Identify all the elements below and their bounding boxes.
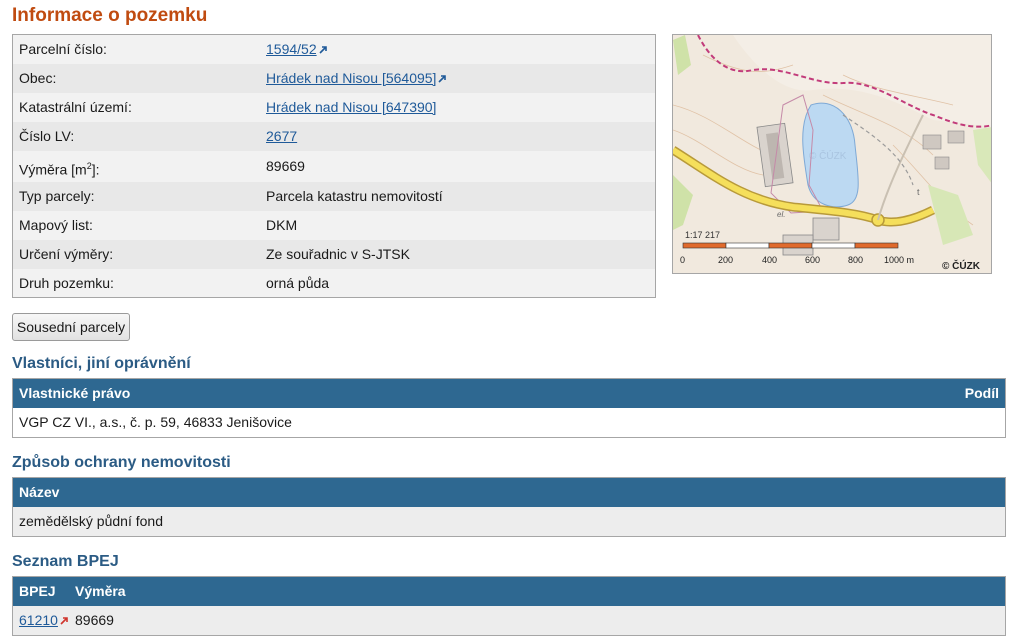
map-scale-tick: 800 [848,255,863,265]
bpej-table: BPEJ Výměra 61210 89669 [12,576,1006,636]
protection-table: Název zemědělský půdní fond [12,477,1006,537]
info-label: Mapový list: [19,217,93,233]
info-label: Určení výměry: [19,246,114,262]
map-scale-bar [682,242,899,249]
info-row-area-determination: Určení výměry: Ze souřadnic v S-JTSK [13,240,655,269]
owners-table: Vlastnické právo Podíl VGP CZ VI., a.s.,… [12,378,1006,438]
info-label: Číslo LV: [19,128,75,144]
info-value: Ze souřadnic v S-JTSK [266,246,410,262]
info-label: Typ parcely: [19,188,95,204]
bpej-area: 89669 [75,612,114,628]
info-value: 2677 [266,122,297,151]
parcel-number-link[interactable]: 1594/52 [266,41,317,57]
owner-name: VGP CZ VI., a.s., č. p. 59, 46833 Jenišo… [19,414,292,430]
owners-table-header: Vlastnické právo Podíl [13,379,1005,408]
external-link-icon[interactable] [318,45,328,55]
info-value: Hrádek nad Nisou [564095] [266,64,447,93]
page-title: Informace o pozemku [12,5,208,26]
info-row-parcel-number: Parcelní číslo: 1594/52 [13,35,655,64]
bpej-code-link[interactable]: 61210 [19,612,58,628]
map-scale-tick: 0 [680,255,685,265]
map-copyright: © ČÚZK [942,259,981,272]
info-row-map-sheet: Mapový list: DKM [13,211,655,240]
table-row: zemědělský půdní fond [13,507,1005,536]
external-link-icon[interactable] [59,616,69,626]
col-share: Podíl [964,385,999,401]
info-row-land-type: Druh pozemku: orná půda [13,269,655,298]
info-label: Katastrální území: [19,99,132,115]
info-row-area: Výměra [m2]: 89669 [13,152,655,181]
owners-section-title: Vlastníci, jiní oprávnění [12,355,191,372]
info-row-lv-number: Číslo LV: 2677 [13,122,655,151]
protection-table-header: Název [13,478,1005,507]
col-area: Výměra [75,583,126,599]
info-row-cadastral-area: Katastrální území: Hrádek nad Nisou [647… [13,93,655,122]
map-scale-tick: 600 [805,255,820,265]
bpej-code-cell: 61210 [19,606,69,635]
info-label: Obec: [19,70,57,86]
info-value: Parcela katastru nemovitostí [266,188,443,204]
info-label: Výměra [m2]: [19,161,100,178]
info-label: Druh pozemku: [19,275,114,291]
protection-name: zemědělský půdní fond [19,513,163,529]
map-scale-tick: 1000 m [884,255,914,265]
map-watermark: © ČÚZK [809,149,847,162]
protection-section-title: Způsob ochrany nemovitosti [12,454,231,471]
table-row: VGP CZ VI., a.s., č. p. 59, 46833 Jenišo… [13,408,1005,437]
neighbor-parcels-button[interactable]: Sousední parcely [12,313,130,341]
external-link-icon[interactable] [437,74,447,84]
municipality-link[interactable]: Hrádek nad Nisou [564095] [266,70,436,86]
info-row-municipality: Obec: Hrádek nad Nisou [564095] [13,64,655,93]
info-value: DKM [266,217,298,233]
svg-text:el.: el. [777,210,785,219]
map-graphic: © ČÚZK el. t 1:17 217 0 200 400 600 800 … [673,35,991,273]
table-row: 61210 89669 [13,606,1005,635]
parcel-map[interactable]: © ČÚZK el. t 1:17 217 0 200 400 600 800 … [672,34,992,274]
info-value: 89669 [266,158,305,174]
col-name: Název [19,484,60,500]
info-value: orná půda [266,275,330,291]
info-value: Hrádek nad Nisou [647390] [266,93,436,122]
lv-number-link[interactable]: 2677 [266,128,297,144]
map-scale-label: 1:17 217 [685,230,720,240]
map-scale-tick: 200 [718,255,733,265]
bpej-section-title: Seznam BPEJ [12,553,119,570]
parcel-info-table: Parcelní číslo: 1594/52 Obec: Hrádek nad… [12,34,656,298]
info-row-parcel-type: Typ parcely: Parcela katastru nemovitost… [13,182,655,211]
map-scale-tick: 400 [762,255,777,265]
cadastral-area-link[interactable]: Hrádek nad Nisou [647390] [266,99,436,115]
info-value: 1594/52 [266,35,328,64]
info-label: Parcelní číslo: [19,41,107,57]
bpej-table-header: BPEJ Výměra [13,577,1005,606]
col-ownership-right: Vlastnické právo [19,385,131,401]
col-bpej: BPEJ [19,583,56,599]
